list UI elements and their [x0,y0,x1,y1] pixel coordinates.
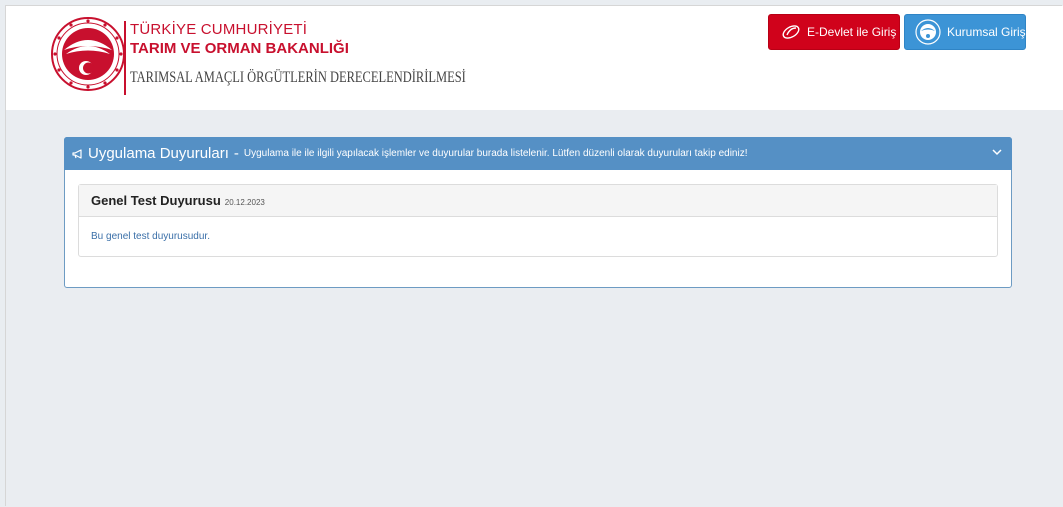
site-header: TÜRKİYE CUMHURİYETİ TARIM VE ORMAN BAKAN… [6,6,1063,110]
kurumsal-login-label: Kurumsal Giriş [947,25,1026,39]
kurumsal-login-button[interactable]: Kurumsal Giriş [904,14,1026,50]
edevlet-icon [782,25,800,39]
org-name-line1: TÜRKİYE CUMHURİYETİ [130,21,308,38]
edevlet-login-button[interactable]: E-Devlet ile Giriş [768,14,900,50]
announcements-title: Uygulama Duyuruları [88,145,229,162]
announcements-title-separator: - [233,145,239,162]
announcement-item-header: Genel Test Duyurusu 20.12.2023 [79,185,997,217]
announcement-item-title: Genel Test Duyurusu [91,193,221,208]
app-title: TARIMSAL AMAÇLI ÖRGÜTLERİN DERECELENDİRİ… [130,69,466,86]
ministry-emblem-icon [51,17,125,91]
chevron-down-icon[interactable] [991,146,1003,158]
page-frame: TÜRKİYE CUMHURİYETİ TARIM VE ORMAN BAKAN… [6,6,1063,507]
announcements-panel: Uygulama Duyuruları - Uygulama ile ile i… [64,137,1012,288]
announcements-panel-header[interactable]: Uygulama Duyuruları - Uygulama ile ile i… [64,137,1012,170]
bullhorn-icon [72,148,82,159]
announcement-item-date: 20.12.2023 [224,197,265,207]
edevlet-login-label: E-Devlet ile Giriş [807,25,897,39]
announcement-item-body: Bu genel test duyurusudur. [91,231,210,242]
ministry-emblem-small-icon [915,19,941,45]
announcement-item: Genel Test Duyurusu 20.12.2023 Bu genel … [78,184,998,257]
announcements-subtitle: Uygulama ile ile ilgili yapılacak işleml… [243,148,748,159]
brand-divider [124,21,126,95]
org-name-line2: TARIM VE ORMAN BAKANLIĞI [130,40,349,57]
